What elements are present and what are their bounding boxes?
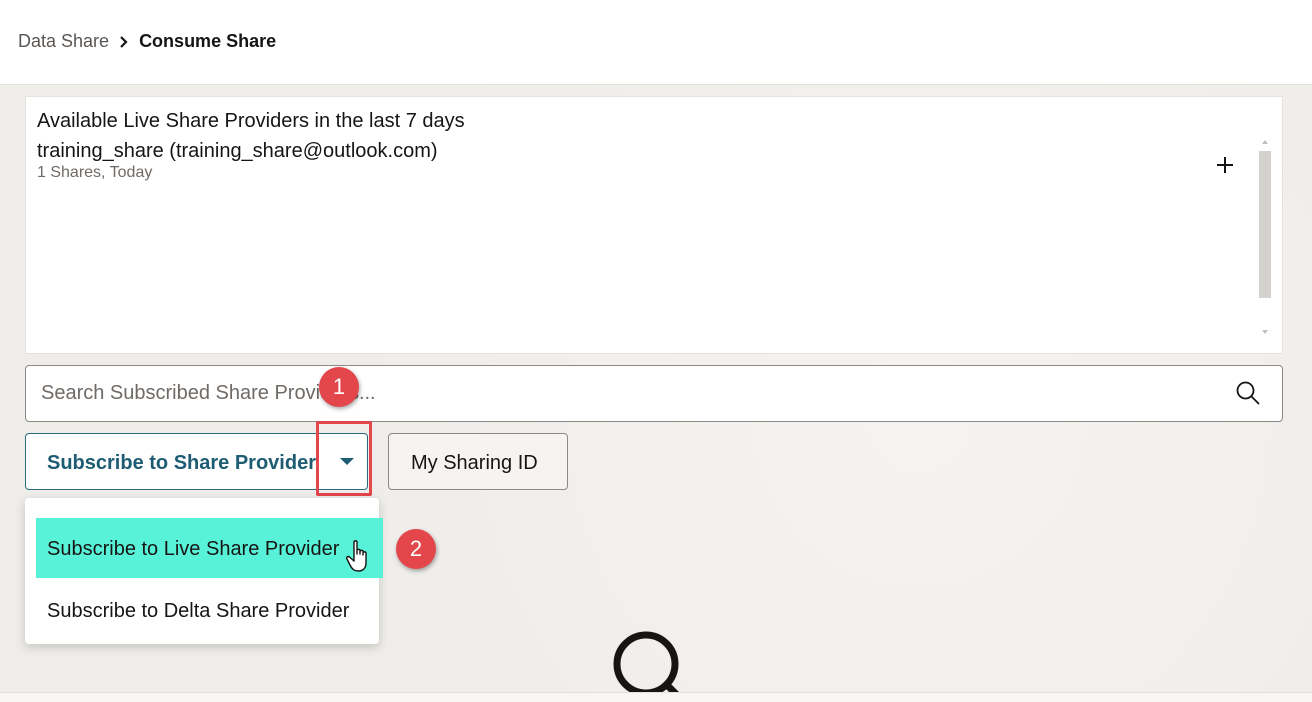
breadcrumb: Data Share Consume Share xyxy=(18,31,276,52)
empty-state-search-icon xyxy=(613,631,679,692)
bottom-bar xyxy=(0,692,1312,702)
scroll-down-icon[interactable] xyxy=(1262,329,1268,335)
chevron-right-icon xyxy=(119,35,131,48)
scrollbar-thumb[interactable] xyxy=(1259,151,1271,298)
search-field[interactable] xyxy=(25,365,1283,422)
subscribe-button-label: Subscribe to Share Provider xyxy=(47,452,316,474)
menu-item-delta-share-provider[interactable]: Subscribe to Delta Share Provider xyxy=(36,580,383,640)
annotation-marker-1: 1 xyxy=(319,367,359,407)
my-sharing-id-button[interactable]: My Sharing ID xyxy=(388,433,568,490)
hand-pointer-icon xyxy=(346,540,367,572)
provider-name: training_share (training_share@outlook.c… xyxy=(37,140,438,162)
panel-title: Available Live Share Providers in the la… xyxy=(37,110,465,132)
page-header: Data Share Consume Share xyxy=(0,0,1312,85)
scroll-up-icon[interactable] xyxy=(1262,139,1268,145)
search-input[interactable] xyxy=(41,366,1221,421)
breadcrumb-consume-share: Consume Share xyxy=(139,31,277,51)
subscribe-dropdown-menu: Subscribe to Live Share Provider Subscri… xyxy=(25,498,383,644)
sharing-id-label: My Sharing ID xyxy=(411,452,538,474)
menu-item-live-share-provider[interactable]: Subscribe to Live Share Provider xyxy=(36,518,383,578)
annotation-highlight-box xyxy=(316,421,372,496)
provider-meta: 1 Shares, Today xyxy=(37,164,153,181)
breadcrumb-data-share[interactable]: Data Share xyxy=(18,31,109,52)
live-share-providers-panel: Available Live Share Providers in the la… xyxy=(25,96,1283,354)
search-icon[interactable] xyxy=(1235,380,1261,406)
menu-item-label: Subscribe to Delta Share Provider xyxy=(47,600,350,622)
menu-item-label: Subscribe to Live Share Provider xyxy=(47,538,340,560)
annotation-marker-2: 2 xyxy=(396,529,436,569)
plus-icon[interactable] xyxy=(1212,152,1238,178)
